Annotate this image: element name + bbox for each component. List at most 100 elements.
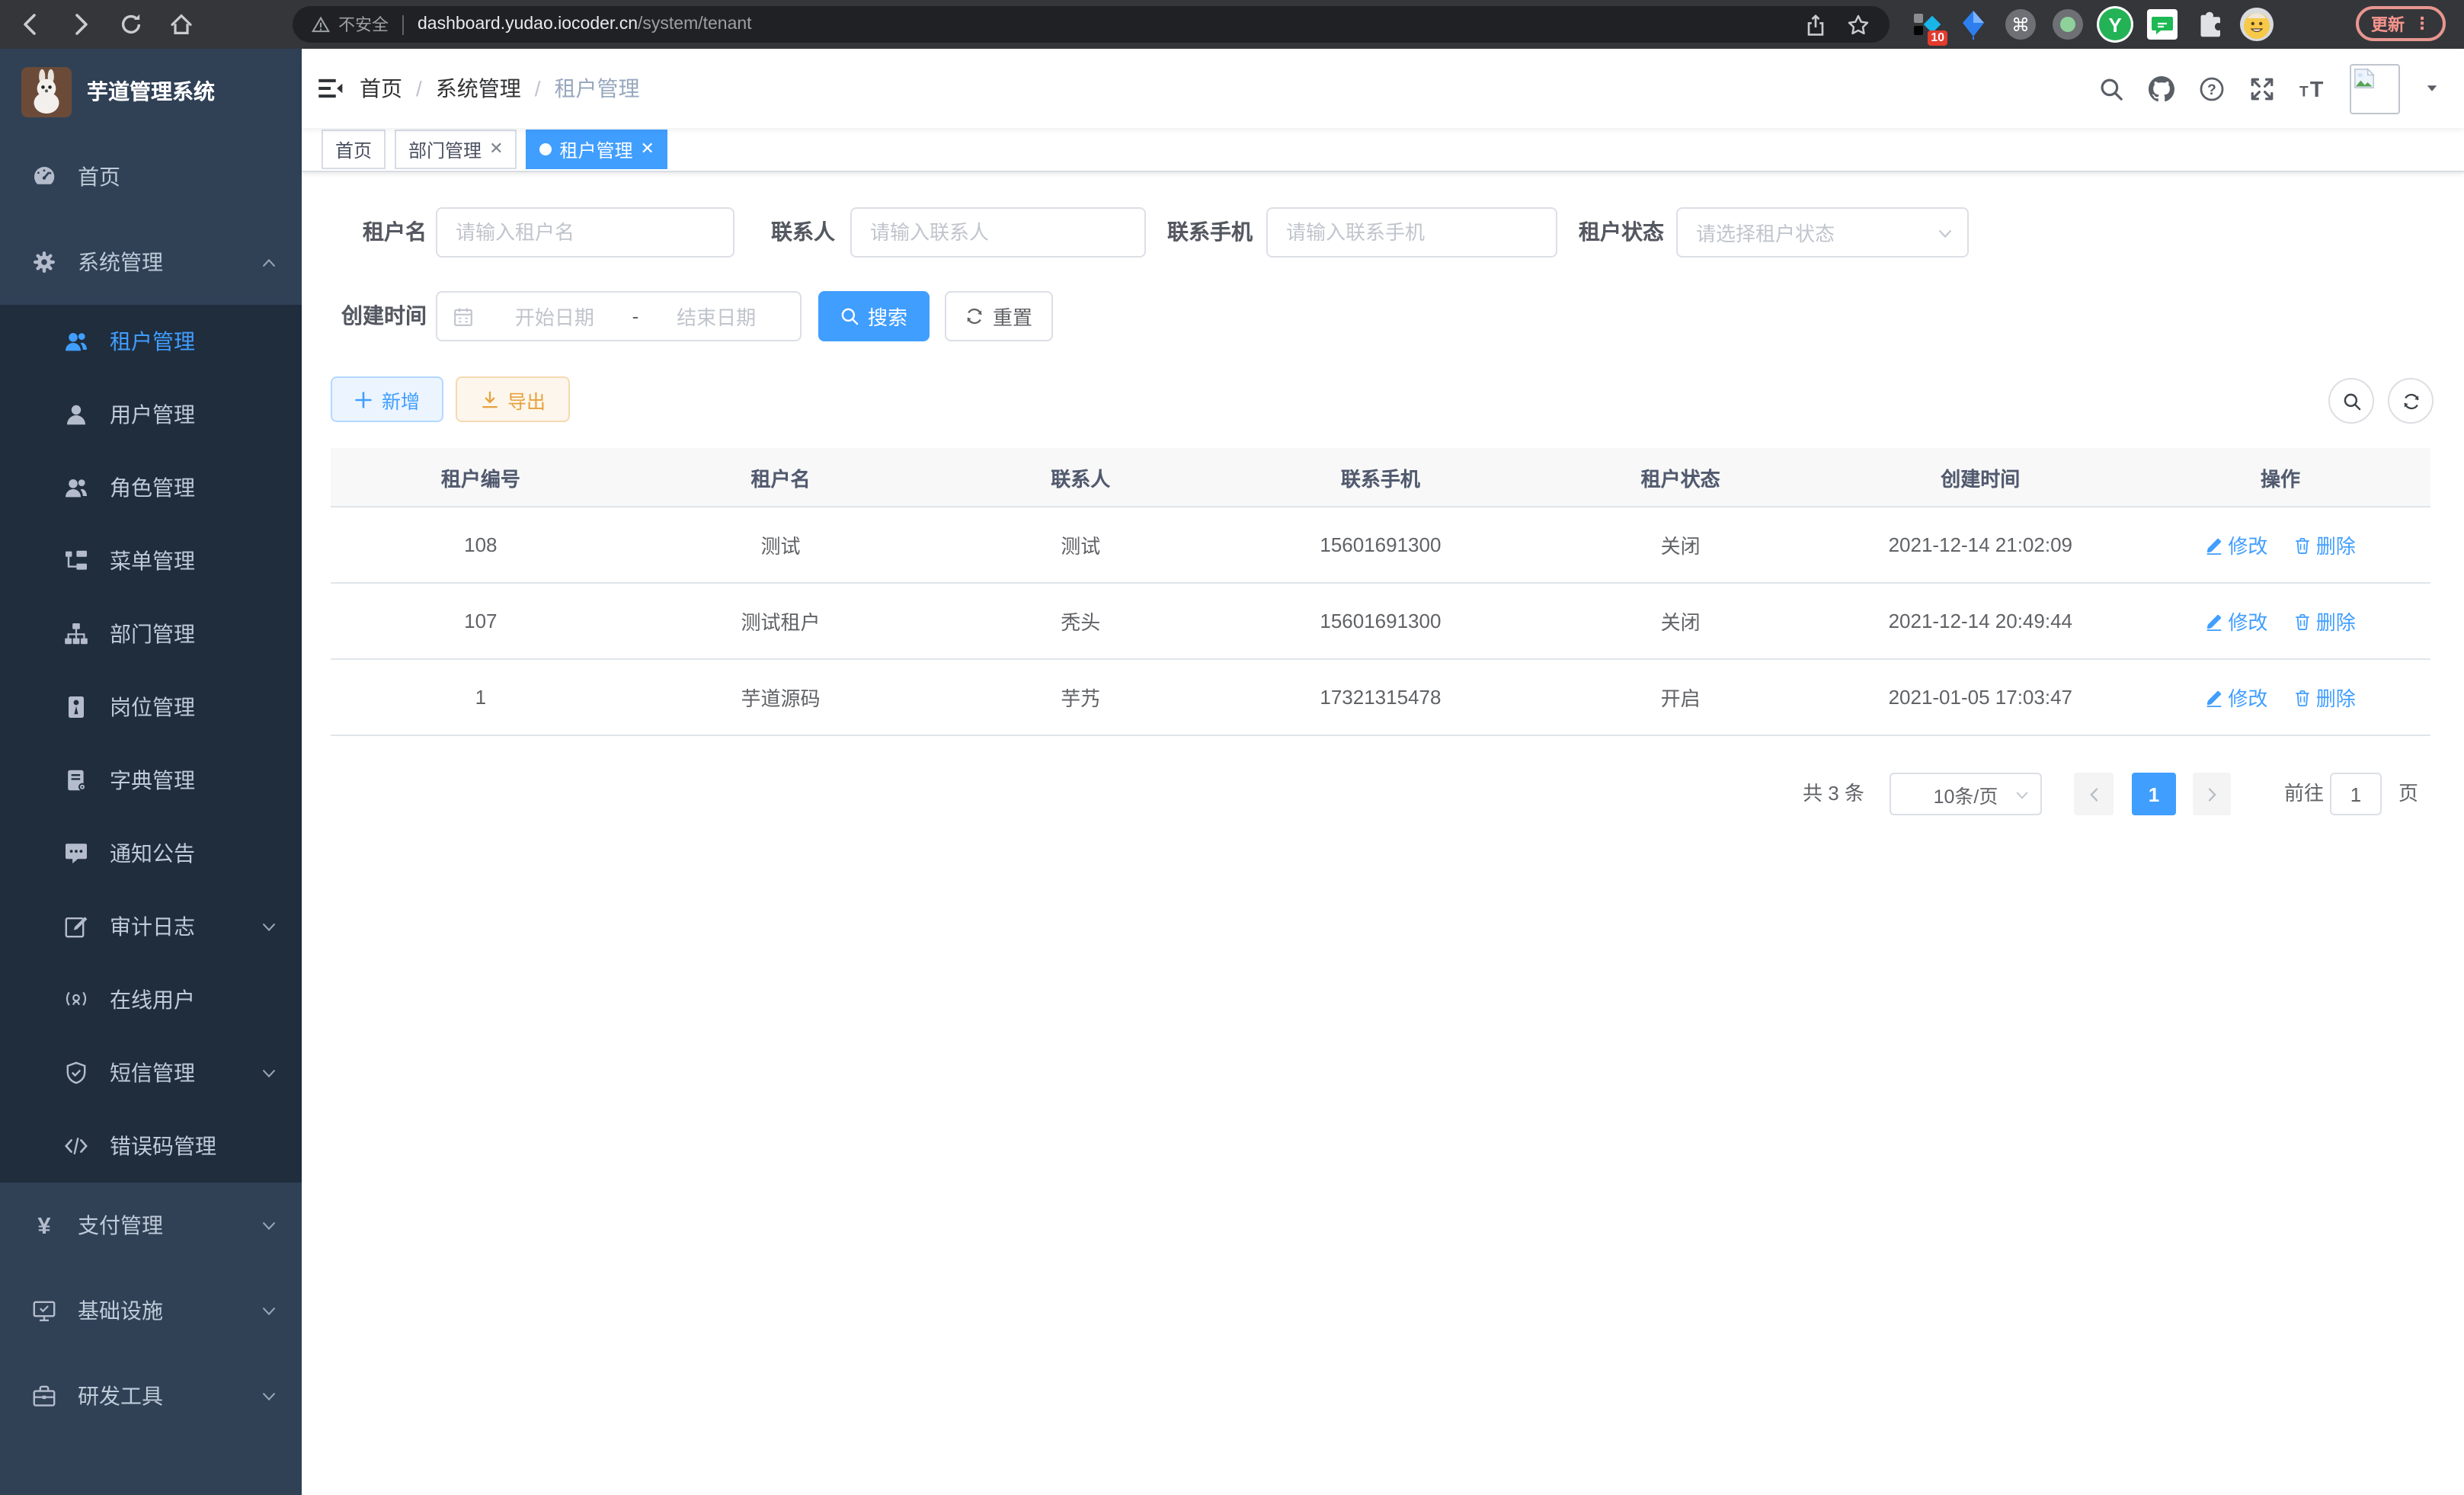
active-tab-dot: [540, 143, 552, 155]
sidebar-item-tenant[interactable]: 租户管理: [0, 305, 302, 378]
status-label: 租户状态: [1554, 207, 1664, 258]
sidebar-item-error-code[interactable]: 错误码管理: [0, 1109, 302, 1183]
home-icon[interactable]: [169, 12, 194, 37]
sidebar-item-system[interactable]: 系统管理: [0, 219, 302, 305]
edit-link[interactable]: 修改: [2205, 607, 2267, 635]
col-created: 创建时间: [1830, 448, 2130, 507]
edit-link[interactable]: 修改: [2205, 683, 2267, 712]
github-icon[interactable]: [2149, 75, 2174, 101]
sidebar-item-dev-tools[interactable]: 研发工具: [0, 1353, 302, 1439]
breadcrumb-item-home[interactable]: 首页: [360, 73, 402, 104]
tab-close-icon[interactable]: ✕: [641, 141, 654, 158]
status-select[interactable]: 请选择租户状态: [1676, 207, 1969, 258]
tab-home[interactable]: 首页: [322, 130, 386, 169]
edit-link[interactable]: 修改: [2205, 530, 2267, 559]
date-range-picker[interactable]: 开始日期 - 结束日期: [436, 291, 802, 341]
sidebar-item-notice[interactable]: 通知公告: [0, 817, 302, 890]
delete-link[interactable]: 删除: [2293, 607, 2356, 635]
fullscreen-icon[interactable]: [2249, 75, 2275, 101]
cell-contact: 芋艿: [930, 659, 1230, 735]
date-end-placeholder: 结束日期: [648, 302, 785, 331]
user-avatar[interactable]: [2350, 63, 2400, 114]
tab-close-icon[interactable]: ✕: [489, 141, 503, 158]
chevron-down-icon: [261, 1388, 277, 1404]
tenant-name-input[interactable]: [436, 207, 734, 258]
delete-link[interactable]: 删除: [2293, 683, 2356, 712]
show-search-toggle-button[interactable]: [2328, 378, 2374, 424]
sidebar-item-user[interactable]: 用户管理: [0, 378, 302, 451]
extension-grid-icon[interactable]: 10: [1908, 6, 1944, 43]
sidebar-item-infra[interactable]: 基础设施: [0, 1268, 302, 1353]
extensions-puzzle-icon[interactable]: [2191, 6, 2228, 43]
delete-link[interactable]: 删除: [2293, 530, 2356, 559]
table-row: 1 芋道源码 芋艿 17321315478 开启 2021-01-05 17:0…: [331, 659, 2430, 735]
mobile-input[interactable]: [1266, 207, 1557, 258]
font-size-icon[interactable]: [2299, 75, 2325, 101]
monitor-icon: [32, 1298, 56, 1323]
sidebar-item-sms[interactable]: 短信管理: [0, 1036, 302, 1109]
sidebar-item-pay[interactable]: 支付管理: [0, 1183, 302, 1268]
sidebar-item-online-user[interactable]: 在线用户: [0, 963, 302, 1036]
avatar-caret-down-icon[interactable]: [2424, 81, 2440, 96]
table-row: 108 测试 测试 15601691300 关闭 2021-12-14 21:0…: [331, 507, 2430, 583]
col-mobile: 联系手机: [1230, 448, 1531, 507]
bookmark-star-icon[interactable]: [1847, 13, 1870, 36]
breadcrumb: 首页 / 系统管理 / 租户管理: [360, 49, 640, 128]
cell-created: 2021-01-05 17:03:47: [1830, 659, 2130, 735]
tab-tenant[interactable]: 租户管理 ✕: [526, 130, 668, 169]
header-search-icon[interactable]: [2098, 75, 2124, 101]
sidebar-item-menu[interactable]: 菜单管理: [0, 524, 302, 597]
profile-avatar-icon[interactable]: [2238, 6, 2275, 43]
roles-icon: [64, 475, 88, 500]
add-button[interactable]: 新增: [331, 376, 443, 422]
tab-dept[interactable]: 部门管理 ✕: [395, 130, 517, 169]
cell-actions: 修改 删除: [2130, 507, 2430, 583]
sidebar-item-dict[interactable]: 字典管理: [0, 744, 302, 817]
search-icon: [2341, 391, 2361, 411]
table-row: 107 测试租户 秃头 15601691300 关闭 2021-12-14 20…: [331, 583, 2430, 659]
extension-command-icon[interactable]: ⌘: [2002, 6, 2039, 43]
cell-actions: 修改 删除: [2130, 659, 2430, 735]
extension-dot-icon[interactable]: [2050, 6, 2086, 43]
sidebar-item-post[interactable]: 岗位管理: [0, 671, 302, 744]
sidebar-item-dept[interactable]: 部门管理: [0, 597, 302, 671]
sidebar-item-audit-log[interactable]: 审计日志: [0, 890, 302, 963]
extension-y-icon[interactable]: Y: [2097, 6, 2133, 43]
export-button[interactable]: 导出: [456, 376, 570, 422]
app-logo-row[interactable]: 芋道管理系统: [0, 49, 302, 134]
prev-page-button[interactable]: [2074, 773, 2114, 815]
broken-image-icon: [2353, 66, 2376, 89]
search-button[interactable]: 搜索: [818, 291, 930, 341]
goto-page-input[interactable]: [2330, 773, 2382, 815]
hamburger-icon[interactable]: [317, 75, 344, 102]
dashboard-icon: [32, 165, 56, 189]
chevron-left-icon: [2085, 786, 2102, 802]
reset-button[interactable]: 重置: [945, 291, 1053, 341]
refresh-table-button[interactable]: [2388, 378, 2434, 424]
main-area: 首页 / 系统管理 / 租户管理 首页: [302, 49, 2464, 1495]
next-page-button[interactable]: [2193, 773, 2231, 815]
trash-icon: [2293, 688, 2312, 706]
share-icon[interactable]: [1804, 13, 1827, 36]
address-bar[interactable]: 不安全 dashboard.yudao.iocoder.cn/system/te…: [293, 6, 1890, 43]
contact-input[interactable]: [850, 207, 1146, 258]
help-icon[interactable]: [2199, 75, 2225, 101]
reload-icon[interactable]: [119, 12, 143, 37]
sidebar-item-home[interactable]: 首页: [0, 134, 302, 219]
pencil-icon: [2205, 536, 2223, 554]
extension-chat-icon[interactable]: [2144, 6, 2181, 43]
forward-icon[interactable]: [69, 12, 93, 37]
cell-created: 2021-12-14 20:49:44: [1830, 583, 2130, 659]
breadcrumb-item-system[interactable]: 系统管理: [436, 73, 521, 104]
back-icon[interactable]: [18, 12, 43, 37]
page-number-1[interactable]: 1: [2132, 773, 2176, 815]
extension-kite-icon[interactable]: [1955, 6, 1992, 43]
browser-menu-icon[interactable]: ⋮: [2414, 14, 2430, 34]
dictionary-icon: [64, 768, 88, 792]
sidebar-item-role[interactable]: 角色管理: [0, 451, 302, 524]
cell-mobile: 15601691300: [1230, 583, 1531, 659]
page-size-select[interactable]: 10条/页: [1890, 773, 2042, 815]
cell-created: 2021-12-14 21:02:09: [1830, 507, 2130, 583]
browser-update-button[interactable]: 更新 ⋮: [2356, 6, 2446, 41]
goto-label: 前往: [2284, 773, 2324, 815]
